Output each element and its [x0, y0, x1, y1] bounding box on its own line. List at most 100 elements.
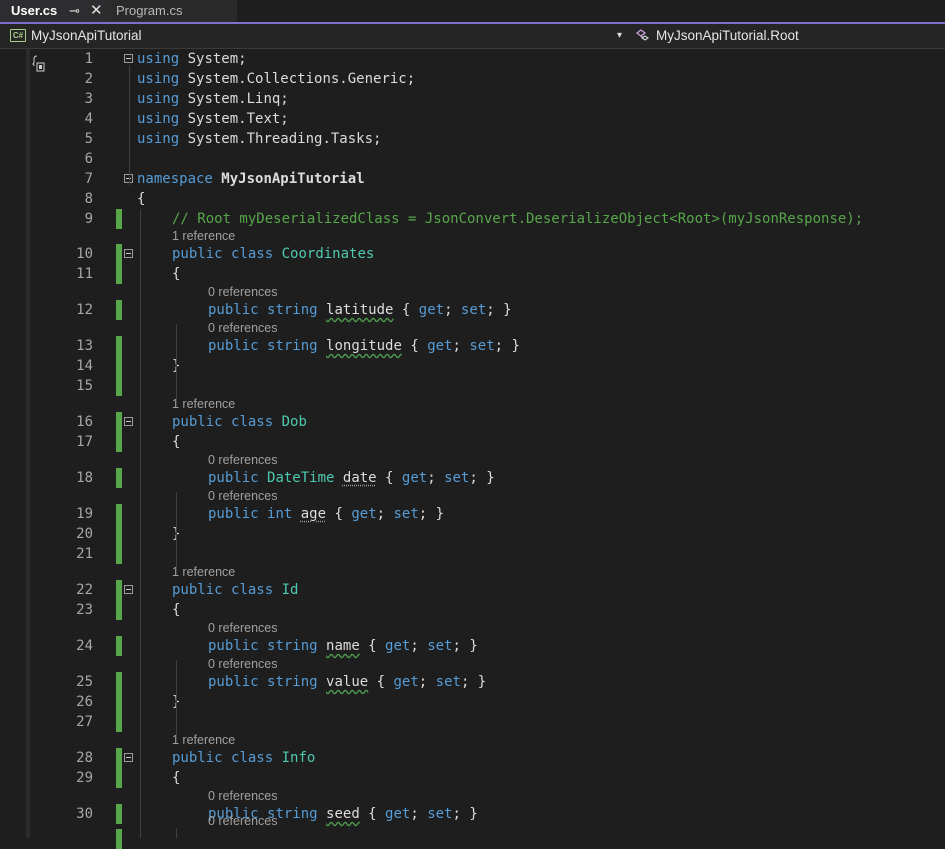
code-line[interactable]: 29 {	[0, 768, 945, 788]
code-line[interactable]: 13 public string longitude { get; set; }	[0, 336, 945, 356]
change-indicator-bar	[116, 412, 122, 432]
code-line[interactable]: 30 public string seed { get; set; }	[0, 804, 945, 824]
code-token: ; }	[469, 470, 495, 486]
code-token: System.Linq;	[179, 91, 289, 107]
code-line[interactable]	[0, 829, 945, 849]
line-number: 23	[76, 602, 93, 618]
indent-guide	[176, 492, 177, 575]
pin-icon[interactable]: ⊸	[69, 0, 80, 22]
change-indicator-bar	[116, 336, 122, 356]
collapse-icon[interactable]	[124, 249, 133, 258]
code-line[interactable]: 4 using System.Text;	[0, 109, 945, 129]
code-line[interactable]: 25 public string value { get; set; }	[0, 672, 945, 692]
code-line[interactable]: 10 public class Coordinates	[0, 244, 945, 264]
code-editor[interactable]: 1 using System; 2 using System.Collections.…	[0, 49, 945, 849]
codelens-references[interactable]: 1 reference	[172, 564, 235, 580]
code-line[interactable]: 1 using System;	[0, 49, 945, 69]
code-line[interactable]: 22 public class Id	[0, 580, 945, 600]
tab-program-cs[interactable]: Program.cs	[111, 0, 237, 22]
code-line[interactable]: 7 namespace MyJsonApiTutorial	[0, 169, 945, 189]
line-number: 17	[76, 434, 93, 450]
keyword-token: set	[460, 302, 487, 318]
code-token: {	[137, 191, 146, 207]
code-line[interactable]: 27	[0, 712, 945, 732]
change-indicator-bar	[116, 748, 122, 768]
codelens-references[interactable]: 0 references	[208, 488, 277, 504]
code-text: public DateTime date { get; set; }	[208, 468, 495, 488]
code-line[interactable]: 8{	[0, 189, 945, 209]
code-token: System.Text;	[179, 111, 289, 127]
codelens-references[interactable]: 0 references	[208, 656, 277, 672]
code-line[interactable]: 9 // Root myDeserializedClass = JsonConve…	[0, 209, 945, 229]
code-line[interactable]: 5 using System.Threading.Tasks;	[0, 129, 945, 149]
change-indicator-bar	[116, 432, 122, 452]
codelens-references[interactable]: 0 references	[208, 813, 277, 829]
codelens-references[interactable]: 0 references	[208, 620, 277, 636]
code-line[interactable]: 18 public DateTime date { get; set; }	[0, 468, 945, 488]
code-line[interactable]: 21	[0, 544, 945, 564]
code-line[interactable]: 28 public class Info	[0, 748, 945, 768]
member-dropdown[interactable]: MyJsonApiTutorial.Root	[632, 26, 932, 46]
change-indicator-bar	[116, 544, 122, 564]
keyword-token: class	[231, 414, 274, 430]
code-line[interactable]: 16 public class Dob	[0, 412, 945, 432]
code-token: ; }	[494, 338, 520, 354]
line-number: 12	[76, 302, 93, 318]
code-text: public class Coordinates	[172, 244, 374, 264]
keyword-token: public	[208, 506, 259, 522]
codelens-references[interactable]: 0 references	[208, 452, 277, 468]
chevron-down-icon[interactable]: ▾	[617, 26, 622, 46]
codelens-references[interactable]: 1 reference	[172, 396, 235, 412]
keyword-token: int	[267, 506, 293, 522]
collapse-icon[interactable]	[124, 585, 133, 594]
tab-user-cs[interactable]: User.cs ⊸ ✕	[0, 0, 111, 22]
code-line[interactable]: 17 {	[0, 432, 945, 452]
indent-guide	[140, 209, 141, 838]
code-text: using System.Linq;	[137, 89, 289, 109]
codelens-references[interactable]: 0 references	[208, 320, 277, 336]
keyword-token: class	[231, 246, 274, 262]
line-number: 7	[84, 171, 93, 187]
code-line[interactable]: 19 public int age { get; set; }	[0, 504, 945, 524]
codelens-references[interactable]: 0 references	[208, 788, 277, 804]
keyword-token: get	[427, 338, 453, 354]
code-line[interactable]: 20}	[0, 524, 945, 544]
code-line[interactable]: 12 public string latitude { get; set; }	[0, 300, 945, 320]
line-number: 11	[76, 266, 93, 282]
collapse-icon[interactable]	[124, 753, 133, 762]
keyword-token: get	[351, 506, 377, 522]
keyword-token: get	[418, 302, 445, 318]
member-name: MyJsonApiTutorial.Root	[656, 28, 799, 43]
collapse-icon[interactable]	[124, 417, 133, 426]
code-line[interactable]: 11 {	[0, 264, 945, 284]
type-token: Info	[281, 750, 316, 766]
codelens-references[interactable]: 1 reference	[172, 732, 235, 748]
close-icon[interactable]: ✕	[90, 0, 103, 22]
code-line[interactable]: 2 using System.Collections.Generic;	[0, 69, 945, 89]
code-text: {	[172, 264, 180, 284]
collapse-icon[interactable]	[124, 54, 133, 63]
codelens-references[interactable]: 1 reference	[172, 228, 235, 244]
line-number: 2	[84, 71, 93, 87]
code-line[interactable]: 14}	[0, 356, 945, 376]
change-indicator-bar	[116, 468, 122, 488]
codelens-references[interactable]: 0 references	[208, 284, 277, 300]
code-text: public int age { get; set; }	[208, 504, 444, 524]
project-dropdown[interactable]: C# MyJsonApiTutorial ▾	[5, 26, 626, 46]
change-indicator-bar	[116, 580, 122, 600]
change-indicator-bar	[116, 804, 122, 824]
code-line[interactable]: 23 {	[0, 600, 945, 620]
type-token: Dob	[281, 414, 307, 430]
code-line[interactable]: 3 using System.Linq;	[0, 89, 945, 109]
change-indicator-bar	[116, 768, 122, 788]
code-line[interactable]: 26}	[0, 692, 945, 712]
code-line[interactable]: 6	[0, 149, 945, 169]
code-line[interactable]: 24 public string name { get; set; }	[0, 636, 945, 656]
code-token: {	[172, 602, 181, 618]
code-line[interactable]: 15	[0, 376, 945, 396]
code-token: name	[326, 638, 360, 654]
